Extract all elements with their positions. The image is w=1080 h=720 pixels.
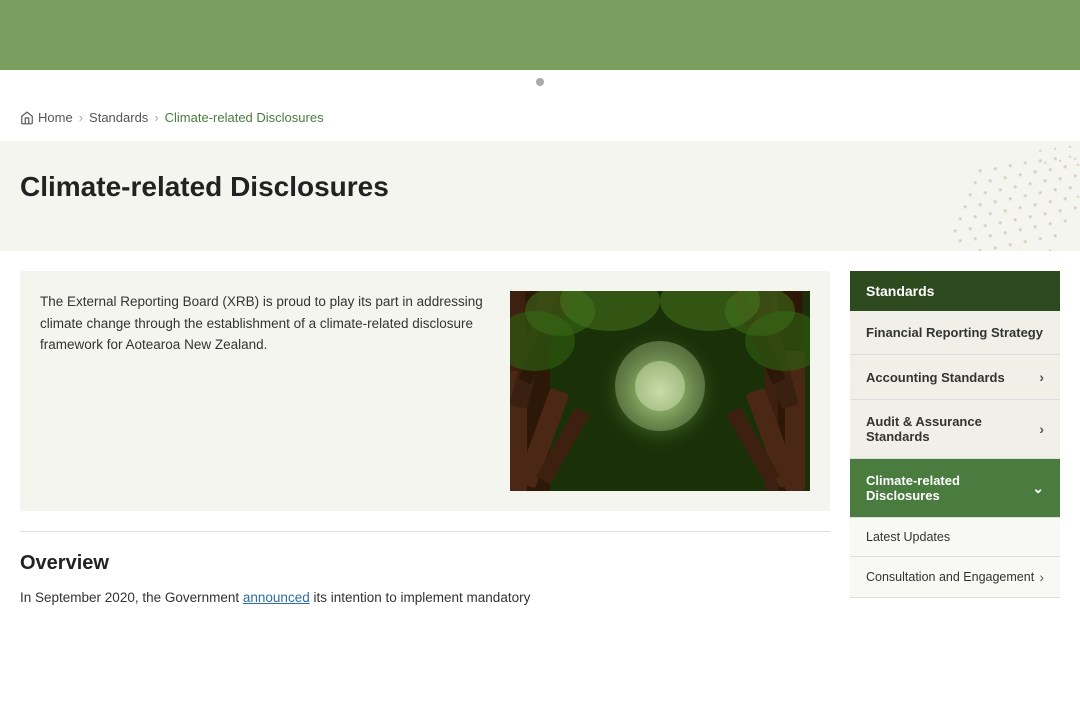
breadcrumb-home-link[interactable]: Home [20,110,73,125]
main-container: Home › Standards › Climate-related Discl… [0,94,1080,629]
breadcrumb-standards-link[interactable]: Standards [89,110,148,125]
overview-title: Overview [20,552,830,575]
overview-text-before: In September 2020, the Government [20,590,243,605]
audit-chevron-icon: › [1039,421,1044,437]
intro-image [510,291,810,491]
sidebar-item-financial-reporting[interactable]: Financial Reporting Strategy [850,311,1060,355]
sidebar: Standards Financial Reporting Strategy A… [850,271,1060,598]
home-icon [20,111,34,125]
sidebar-subitem-consultation-label: Consultation and Engagement [866,570,1034,584]
sidebar-item-accounting-link[interactable]: Accounting Standards › [850,355,1060,399]
sidebar-item-audit-link[interactable]: Audit & Assurance Standards › [850,400,1060,458]
overview-text-after: its intention to implement mandatory [310,590,531,605]
sidebar-item-audit[interactable]: Audit & Assurance Standards › [850,400,1060,459]
breadcrumb-current: Climate-related Disclosures [165,110,324,125]
sidebar-header: Standards [850,271,1060,311]
page-header: Climate-related Disclosures [0,141,1080,251]
climate-chevron-icon: ⌄ [1032,480,1044,497]
sidebar-subitem-consultation-link[interactable]: Consultation and Engagement › [850,557,1060,597]
content-wrapper: The External Reporting Board (XRB) is pr… [0,251,1080,629]
consultation-chevron-icon: › [1039,569,1044,585]
breadcrumb-sep-2: › [154,110,158,125]
intro-text: The External Reporting Board (XRB) is pr… [40,291,490,491]
sidebar-subitem-latest-updates-link[interactable]: Latest Updates [850,518,1060,556]
scroll-dot [536,78,544,86]
top-banner [0,0,1080,70]
sidebar-item-financial-reporting-link[interactable]: Financial Reporting Strategy [850,311,1060,354]
breadcrumb-home-label: Home [38,110,73,125]
breadcrumb-standards-label: Standards [89,110,148,125]
sidebar-item-climate[interactable]: Climate-related Disclosures ⌄ [850,459,1060,518]
page-title: Climate-related Disclosures [20,171,1060,203]
sidebar-item-audit-label: Audit & Assurance Standards [866,414,1039,444]
sidebar-item-accounting-label: Accounting Standards [866,370,1005,385]
sidebar-item-accounting[interactable]: Accounting Standards › [850,355,1060,400]
content-divider [20,531,830,532]
overview-text: In September 2020, the Government announ… [20,587,830,609]
accounting-chevron-icon: › [1039,369,1044,385]
scroll-indicator [0,70,1080,94]
main-content: The External Reporting Board (XRB) is pr… [20,271,830,609]
overview-link-text: announced [243,590,310,605]
breadcrumb: Home › Standards › Climate-related Discl… [0,94,1080,141]
intro-card: The External Reporting Board (XRB) is pr… [20,271,830,511]
sidebar-item-climate-label: Climate-related Disclosures [866,473,1032,503]
forest-image [510,291,810,491]
sidebar-item-financial-reporting-label: Financial Reporting Strategy [866,325,1043,340]
sidebar-subitem-latest-updates[interactable]: Latest Updates [850,518,1060,557]
sidebar-subitem-consultation[interactable]: Consultation and Engagement › [850,557,1060,598]
sidebar-subitem-latest-updates-label: Latest Updates [866,530,950,544]
overview-section: Overview In September 2020, the Governme… [20,552,830,609]
sidebar-item-climate-link[interactable]: Climate-related Disclosures ⌄ [850,459,1060,517]
breadcrumb-sep-1: › [79,110,83,125]
announced-link[interactable]: announced [243,590,310,605]
